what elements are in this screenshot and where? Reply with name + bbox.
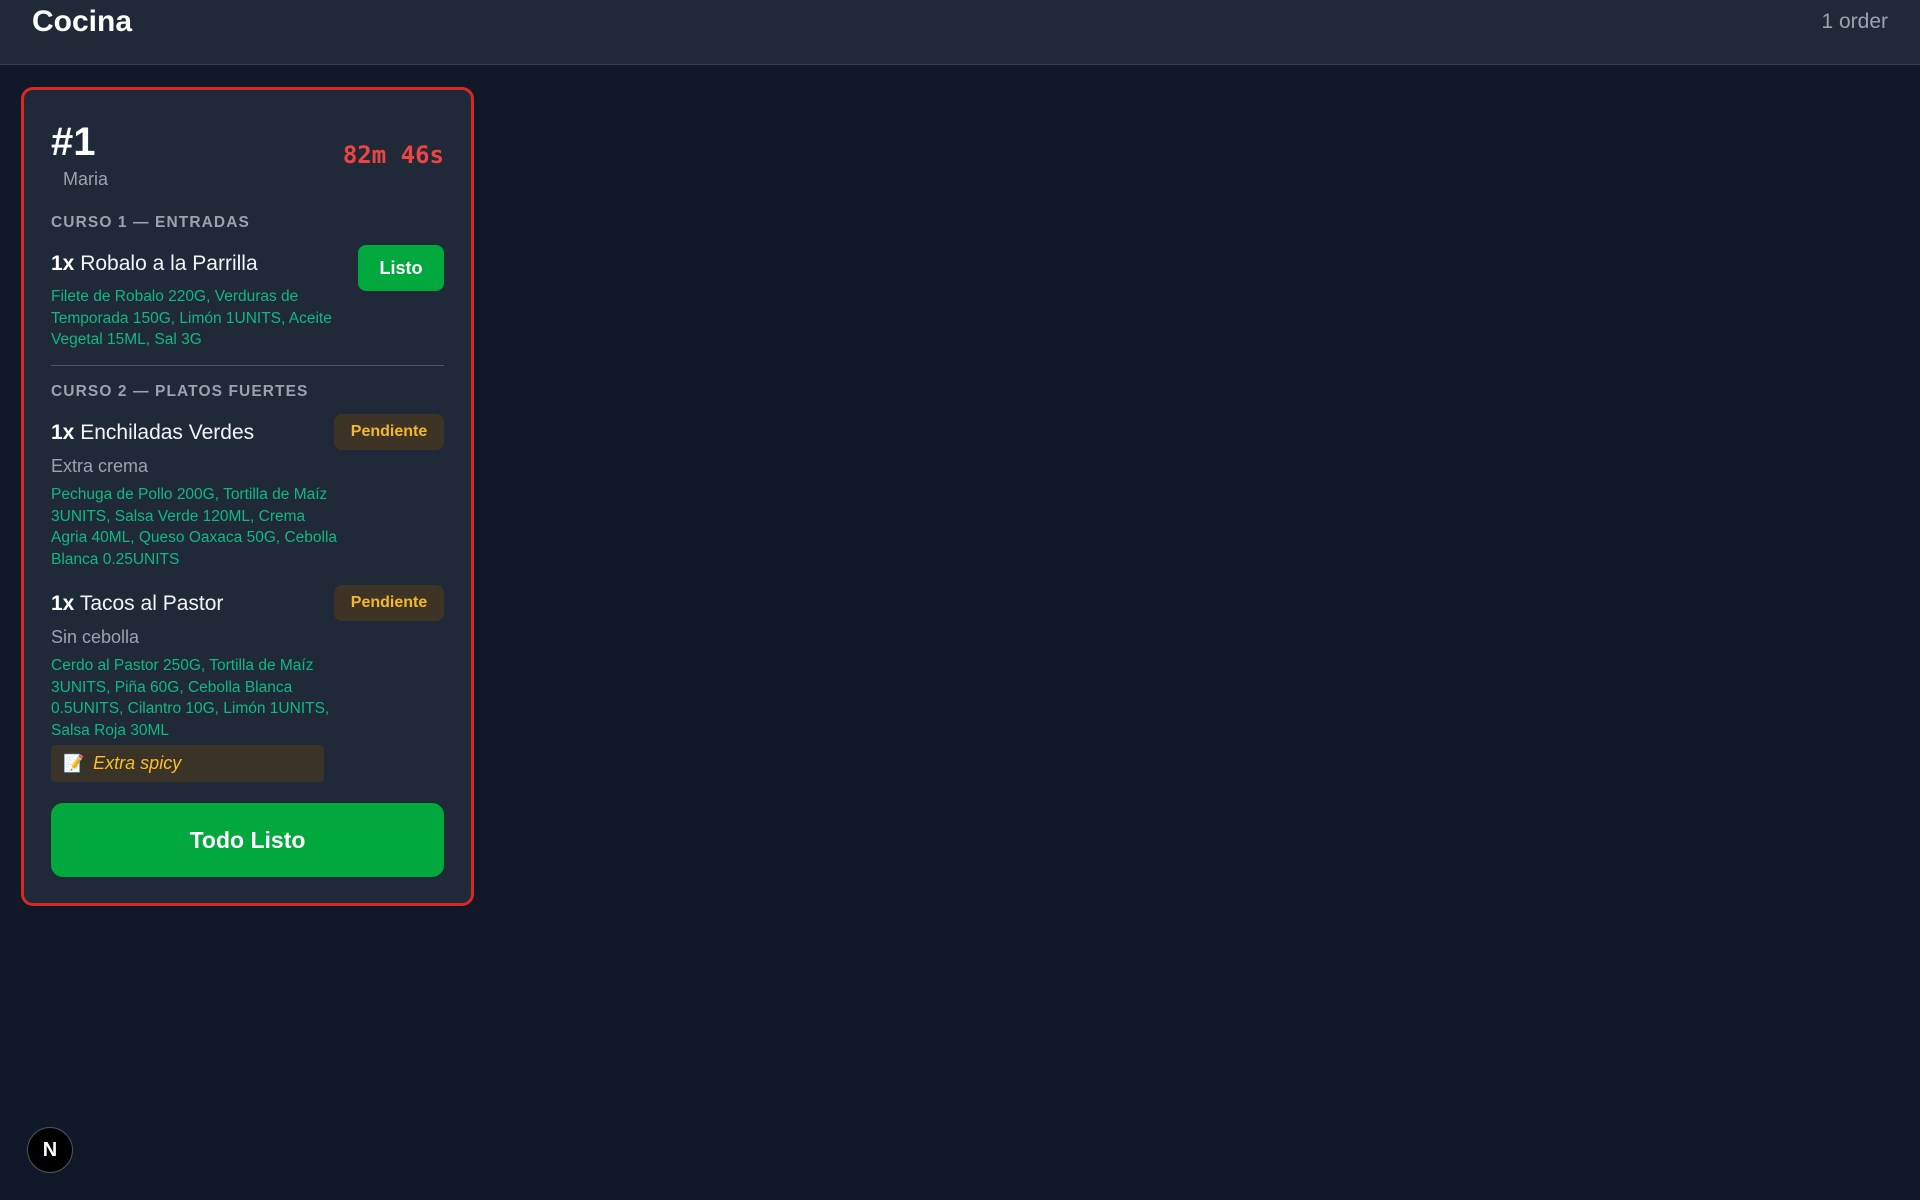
course-header: CURSO 1 — ENTRADAS [51, 214, 250, 231]
item-name: Robalo a la Parrilla [80, 252, 258, 275]
item-quantity: 1x [51, 592, 75, 615]
item-status-pending-button[interactable]: Pendiente [334, 414, 444, 450]
item-note: 📝 Extra spicy [51, 745, 324, 782]
order-count: 1 order [1821, 10, 1888, 33]
page-title: Cocina [32, 5, 133, 38]
order-item: 1x Robalo a la Parrilla [51, 250, 258, 278]
customer-name: Maria [63, 169, 109, 189]
course-header: CURSO 2 — PLATOS FUERTES [51, 383, 309, 400]
order-item: 1x Tacos al Pastor [51, 590, 223, 618]
item-ingredients: Pechuga de Pollo 200G, Tortilla de Maíz … [51, 486, 338, 568]
nextjs-logo-icon[interactable]: N [27, 1127, 73, 1173]
item-ingredients: Filete de Robalo 220G, Verduras de Tempo… [51, 288, 332, 348]
memo-icon: 📝 [63, 753, 85, 773]
course-divider [51, 365, 444, 366]
complete-order-button[interactable]: Todo Listo [51, 803, 444, 877]
item-modifier: Sin cebolla [51, 627, 140, 647]
item-modifier: Extra crema [51, 456, 149, 476]
note-text: Extra spicy [93, 753, 182, 773]
item-ingredients: Cerdo al Pastor 250G, Tortilla de Maíz 3… [51, 657, 330, 739]
item-name: Enchiladas Verdes [80, 421, 255, 444]
item-status-pending-button[interactable]: Pendiente [334, 585, 444, 621]
item-name: Tacos al Pastor [79, 592, 224, 615]
item-quantity: 1x [51, 421, 75, 444]
elapsed-timer: 82m 46s [342, 141, 444, 169]
order-ticket: #1 Maria 82m 46s CURSO 1 — ENTRADAS 1x R… [21, 87, 474, 906]
ticket-number: #1 [51, 120, 96, 164]
item-quantity: 1x [51, 252, 75, 275]
order-item: 1x Enchiladas Verdes [51, 419, 254, 447]
item-ready-button[interactable]: Listo [358, 245, 444, 291]
top-bar: Cocina 1 order [0, 0, 1920, 65]
